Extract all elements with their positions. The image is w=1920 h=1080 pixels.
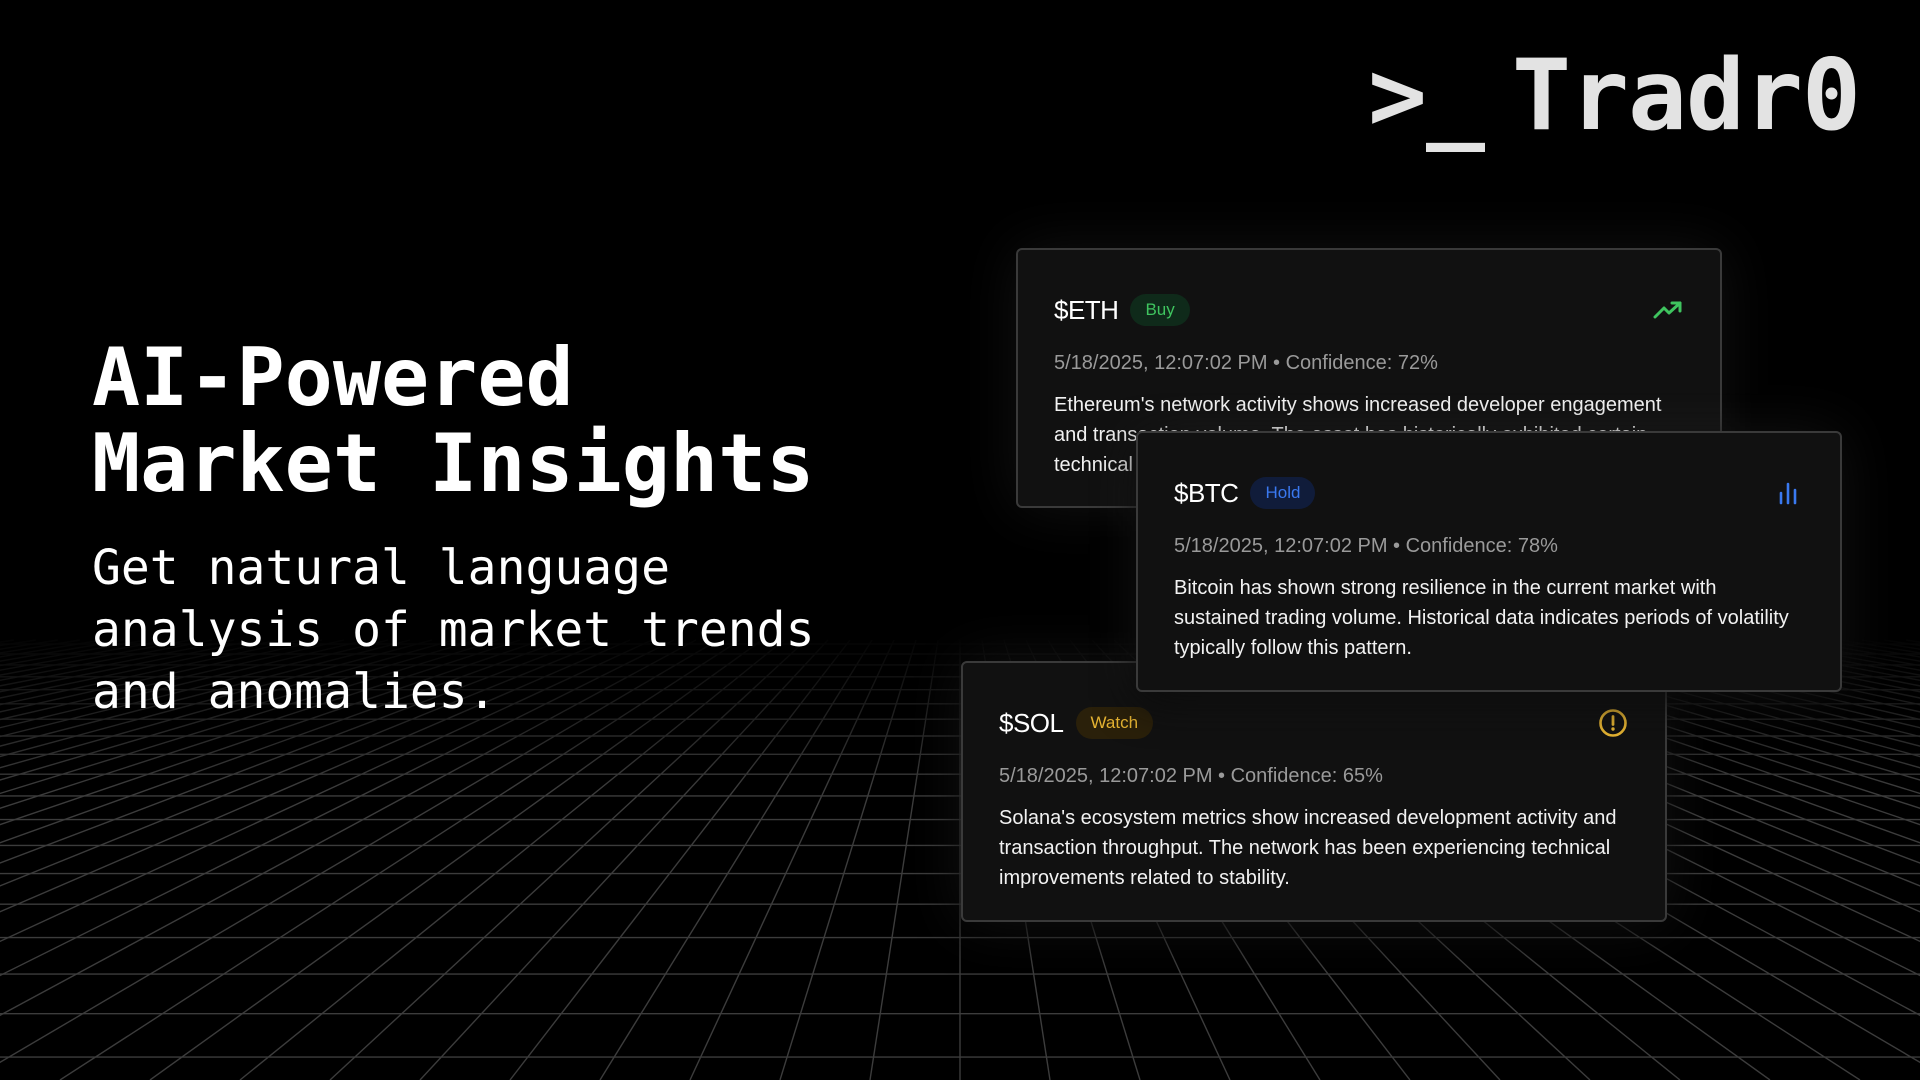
- hero-subtitle: Get natural language analysis of market …: [92, 540, 815, 720]
- ticker-symbol: $BTC: [1174, 477, 1239, 508]
- brand-name: Tradr0: [1511, 39, 1861, 153]
- terminal-prompt-icon: >_: [1367, 39, 1485, 153]
- hero-section: AI-Powered Market Insights Get natural l…: [92, 335, 932, 723]
- ticker-symbol: $ETH: [1054, 294, 1119, 325]
- card-header: $SOL Watch: [999, 705, 1629, 741]
- signal-badge-hold: Hold: [1250, 477, 1316, 509]
- insight-card-btc[interactable]: $BTC Hold 5/18/2025, 12:07:02 PM • Confi…: [1136, 431, 1842, 692]
- signal-badge-buy: Buy: [1130, 294, 1190, 326]
- card-header: $ETH Buy: [1054, 292, 1684, 328]
- card-meta: 5/18/2025, 12:07:02 PM • Confidence: 65%: [999, 765, 1383, 787]
- card-meta: 5/18/2025, 12:07:02 PM • Confidence: 72%: [1054, 352, 1438, 374]
- ticker-symbol: $SOL: [999, 707, 1064, 738]
- card-header: $BTC Hold: [1174, 475, 1804, 511]
- hero-title: AI-Powered Market Insights: [92, 331, 815, 510]
- signal-badge-watch: Watch: [1075, 707, 1154, 739]
- brand-logo: >_ Tradr0: [1367, 39, 1861, 156]
- trending-up-icon: [1652, 294, 1684, 326]
- bar-chart-icon: [1772, 477, 1804, 509]
- insight-card-sol[interactable]: $SOL Watch 5/18/2025, 12:07:02 PM • Conf…: [961, 661, 1667, 922]
- card-description: Bitcoin has shown strong resilience in t…: [1174, 577, 1789, 659]
- alert-circle-icon: [1597, 707, 1629, 739]
- card-description: Solana's ecosystem metrics show increase…: [999, 807, 1617, 889]
- card-meta: 5/18/2025, 12:07:02 PM • Confidence: 78%: [1174, 535, 1558, 557]
